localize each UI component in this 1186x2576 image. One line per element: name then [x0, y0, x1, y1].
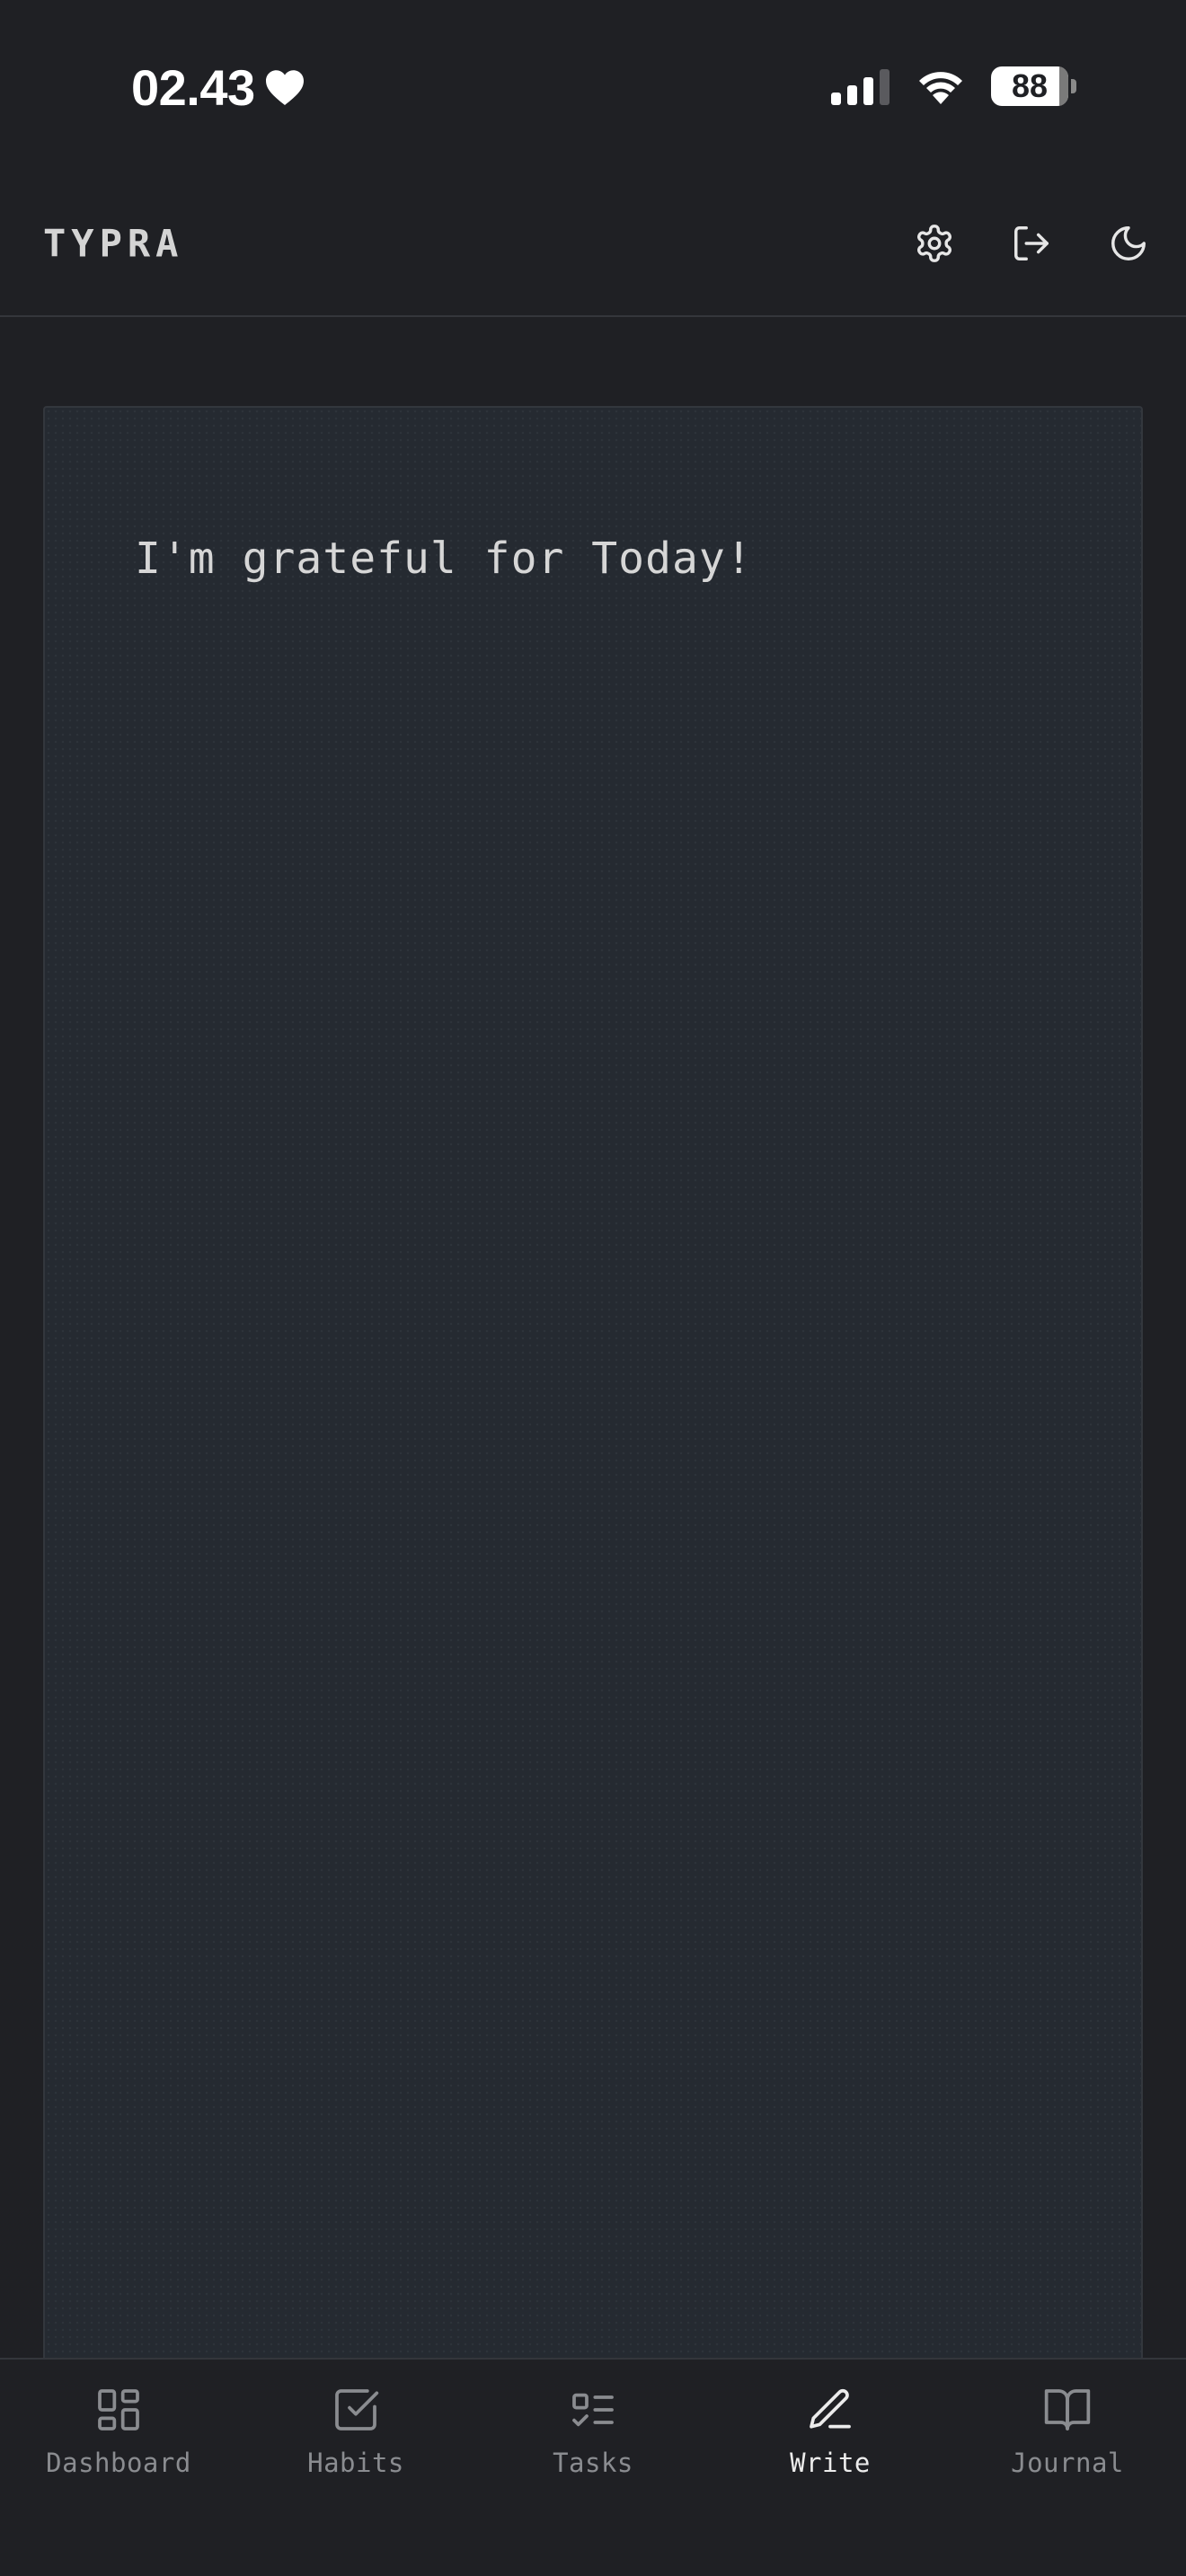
bottom-nav: Dashboard Habits Tasks Write Journal: [0, 2358, 1186, 2576]
logout-icon: [1011, 223, 1052, 264]
editor-content[interactable]: I'm grateful for Today!: [135, 534, 1051, 584]
nav-item-tasks[interactable]: Tasks: [474, 2385, 712, 2478]
gear-icon: [914, 223, 955, 264]
dashboard-icon: [93, 2385, 144, 2435]
logout-button[interactable]: [994, 206, 1069, 281]
nav-label-dashboard: Dashboard: [46, 2448, 191, 2478]
settings-button[interactable]: [897, 206, 972, 281]
pen-icon: [805, 2385, 855, 2435]
status-time-group: 02.43: [131, 56, 305, 119]
nav-label-journal: Journal: [1011, 2448, 1124, 2478]
heart-icon: [264, 68, 305, 106]
battery-body: 88: [991, 66, 1068, 106]
status-indicators: 88: [831, 63, 1076, 110]
status-time: 02.43: [131, 58, 255, 116]
nav-label-write: Write: [790, 2448, 871, 2478]
wifi-icon: [914, 66, 968, 106]
book-open-icon: [1042, 2385, 1093, 2435]
battery-level: 88: [1011, 67, 1049, 104]
moon-icon: [1108, 223, 1149, 264]
battery-icon: 88: [991, 66, 1076, 106]
app-brand: TYPRA: [43, 221, 184, 265]
nav-item-dashboard[interactable]: Dashboard: [0, 2385, 237, 2478]
theme-toggle-button[interactable]: [1091, 206, 1166, 281]
nav-item-habits[interactable]: Habits: [237, 2385, 474, 2478]
nav-label-tasks: Tasks: [553, 2448, 633, 2478]
nav-item-journal[interactable]: Journal: [949, 2385, 1186, 2478]
writing-editor[interactable]: I'm grateful for Today!: [43, 406, 1143, 2382]
signal-icon: [831, 67, 890, 105]
status-bar: 02.43 88: [0, 0, 1186, 171]
check-square-icon: [331, 2385, 381, 2435]
battery-cap: [1071, 79, 1076, 93]
task-list-icon: [568, 2385, 618, 2435]
nav-item-write[interactable]: Write: [712, 2385, 949, 2478]
app-header: TYPRA: [0, 171, 1186, 317]
battery-empty-portion: [1058, 66, 1068, 106]
nav-label-habits: Habits: [307, 2448, 404, 2478]
header-actions: [897, 206, 1166, 281]
